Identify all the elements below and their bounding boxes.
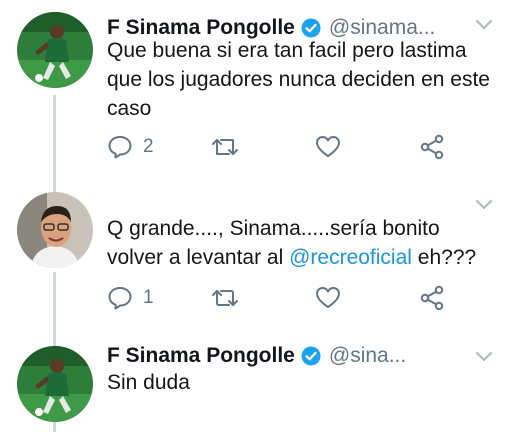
avatar[interactable] bbox=[17, 346, 93, 422]
chevron-down-icon[interactable] bbox=[475, 18, 493, 30]
reply-icon bbox=[107, 286, 133, 310]
tweet-text: Sin duda bbox=[107, 371, 190, 394]
retweet-button[interactable] bbox=[211, 133, 249, 161]
retweet-icon bbox=[211, 287, 239, 309]
chevron-down-icon[interactable] bbox=[475, 350, 493, 362]
mention-link[interactable]: @recreoficial bbox=[289, 246, 412, 269]
retweet-button[interactable] bbox=[211, 284, 249, 312]
tweet-text: Que buena si era tan facil pero lastima … bbox=[107, 39, 490, 120]
heart-icon bbox=[315, 286, 341, 310]
tweet-actions: 2 bbox=[107, 133, 447, 161]
chevron-down-icon[interactable] bbox=[475, 198, 493, 210]
tweet[interactable]: F Sinama Pongolle @sina... Sin duda bbox=[0, 340, 509, 432]
author-handle[interactable]: @sina... bbox=[329, 344, 406, 368]
reply-icon bbox=[107, 135, 133, 159]
share-icon bbox=[419, 285, 445, 311]
tweet-actions: 1 bbox=[107, 284, 447, 312]
reply-button[interactable]: 2 bbox=[107, 133, 154, 161]
share-button[interactable] bbox=[419, 284, 445, 312]
avatar[interactable] bbox=[17, 192, 93, 268]
retweet-icon bbox=[211, 136, 239, 158]
tweet-text: Q grande...., Sinama.....sería bonito vo… bbox=[107, 214, 497, 272]
verified-badge-icon bbox=[301, 18, 321, 38]
share-button[interactable] bbox=[419, 133, 445, 161]
verified-badge-icon bbox=[301, 346, 321, 366]
author-name[interactable]: F Sinama Pongolle bbox=[107, 344, 295, 368]
avatar[interactable] bbox=[17, 12, 93, 88]
reply-count: 2 bbox=[143, 136, 154, 157]
like-button[interactable] bbox=[315, 133, 351, 161]
tweet-text-part: eh??? bbox=[411, 246, 477, 269]
tweet[interactable]: F Sinama Pongolle @sinama... Que buena s… bbox=[0, 0, 509, 180]
reply-button[interactable]: 1 bbox=[107, 284, 154, 312]
like-button[interactable] bbox=[315, 284, 351, 312]
tweet-header: F Sinama Pongolle @sina... bbox=[107, 342, 406, 370]
share-icon bbox=[419, 134, 445, 160]
reply-count: 1 bbox=[143, 287, 154, 308]
tweet[interactable]: Q grande...., Sinama.....sería bonito vo… bbox=[0, 180, 509, 340]
heart-icon bbox=[315, 135, 341, 159]
